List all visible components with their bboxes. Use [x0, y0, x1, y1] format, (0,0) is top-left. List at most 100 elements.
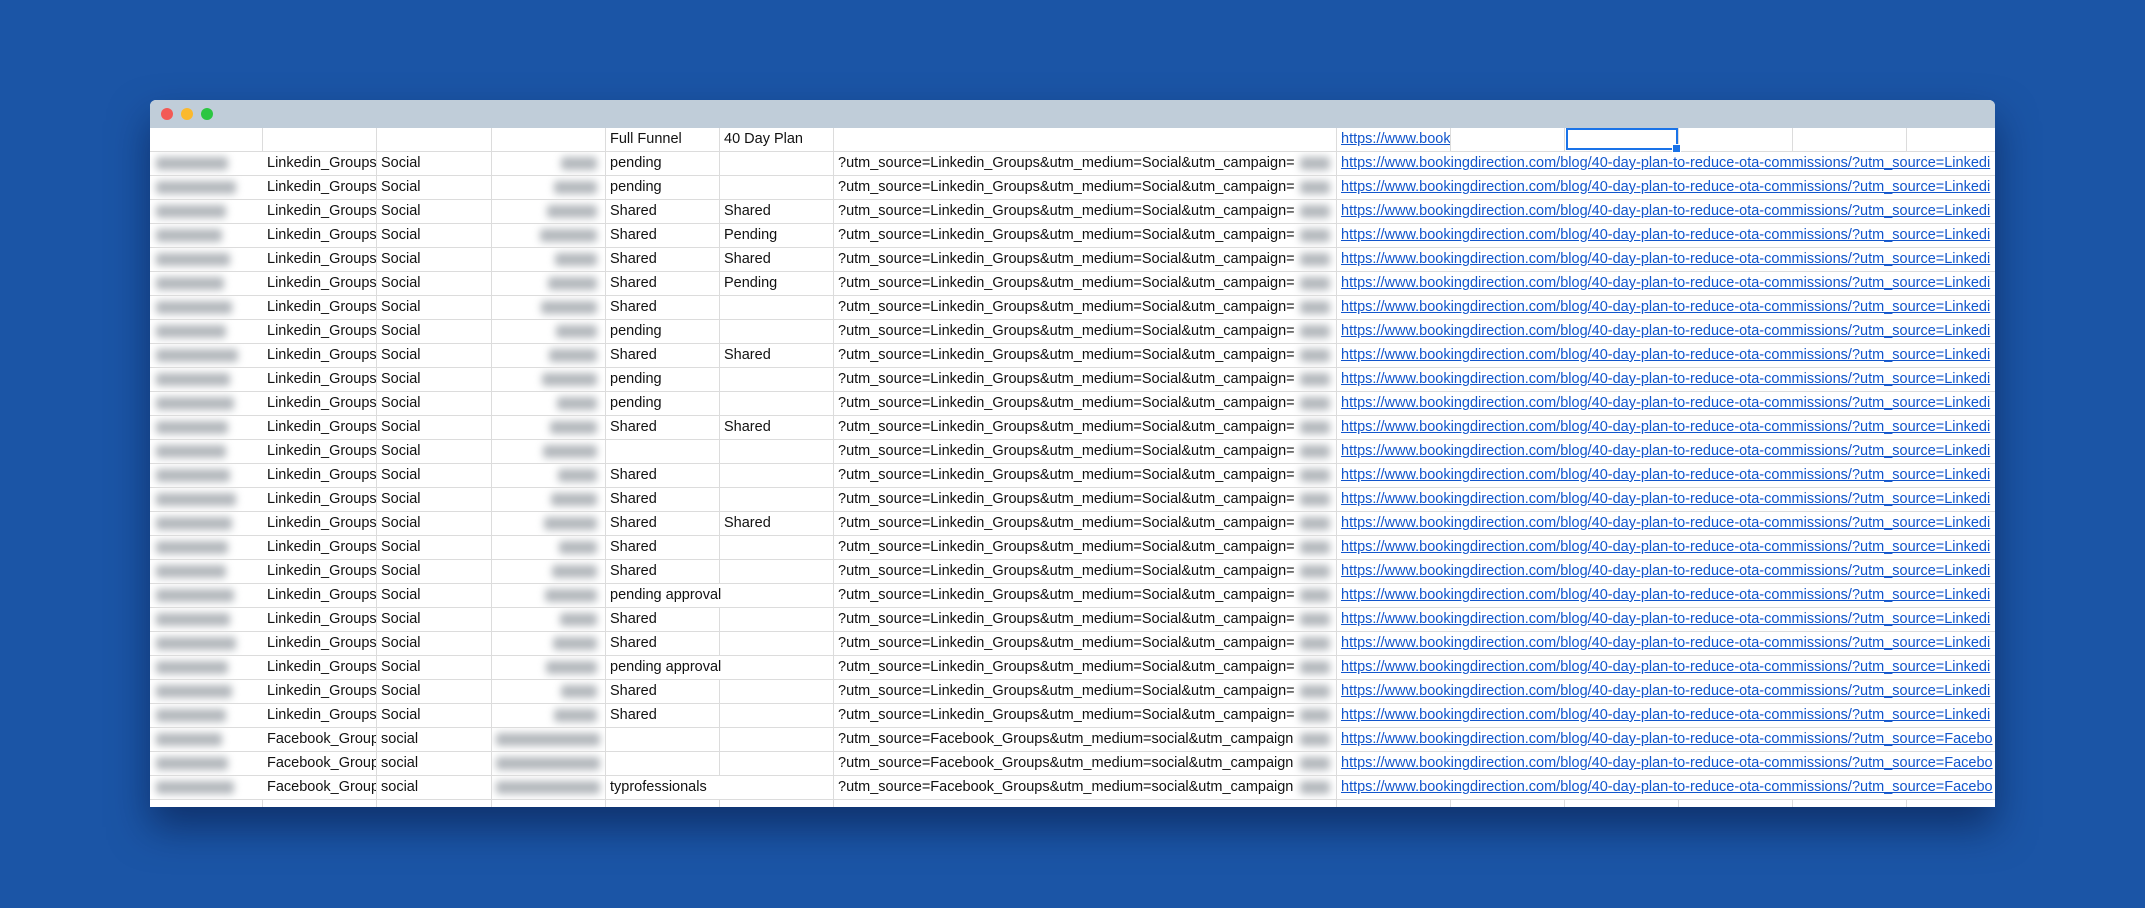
medium-cell[interactable]: Social [377, 560, 492, 583]
utm-params-cell[interactable]: ?utm_source=Linkedin_Groups&utm_medium=S… [834, 488, 1337, 511]
full-funnel-status-cell[interactable]: Shared [606, 200, 720, 223]
redacted-name-cell[interactable] [150, 344, 263, 367]
source-cell[interactable]: Facebook_Group [263, 728, 377, 751]
source-cell[interactable]: Linkedin_Groups [263, 152, 377, 175]
cell[interactable] [150, 800, 263, 807]
landing-url-link[interactable]: https://www.bookingdirection.com/blog/40… [1341, 731, 1993, 747]
landing-url-link[interactable]: https://www.bookingdirection.com/blog/40… [1341, 779, 1993, 795]
full-funnel-status-cell[interactable]: Shared [606, 560, 720, 583]
day-plan-status-cell[interactable] [720, 704, 834, 727]
redacted-id-cell[interactable] [492, 536, 606, 559]
redacted-id-cell[interactable] [492, 656, 606, 679]
full-funnel-status-cell[interactable]: Shared [606, 344, 720, 367]
source-cell[interactable]: Facebook_Group [263, 752, 377, 775]
utm-params-cell[interactable]: ?utm_source=Linkedin_Groups&utm_medium=S… [834, 272, 1337, 295]
cell-selection[interactable] [1566, 128, 1681, 153]
landing-url-cell[interactable]: https://www.bookingdirection.com/blog/40… [1337, 488, 1995, 511]
redacted-id-cell[interactable] [492, 464, 606, 487]
utm-params-cell[interactable]: ?utm_source=Linkedin_Groups&utm_medium=S… [834, 176, 1337, 199]
day-plan-status-cell[interactable] [720, 560, 834, 583]
redacted-name-cell[interactable] [150, 488, 263, 511]
redacted-id-cell[interactable] [492, 224, 606, 247]
day-plan-status-cell[interactable]: Shared [720, 512, 834, 535]
utm-params-cell[interactable]: ?utm_source=Linkedin_Groups&utm_medium=S… [834, 512, 1337, 535]
redacted-name-cell[interactable] [150, 776, 263, 799]
cell[interactable] [1565, 800, 1679, 807]
source-cell[interactable]: Linkedin_Groups [263, 224, 377, 247]
day-plan-status-cell[interactable] [720, 680, 834, 703]
landing-url-link[interactable]: https://www.bookingdirection.com/blog/40… [1341, 347, 1990, 363]
source-cell[interactable]: Linkedin_Groups [263, 200, 377, 223]
redacted-name-cell[interactable] [150, 440, 263, 463]
source-cell[interactable]: Linkedin_Groups [263, 464, 377, 487]
landing-url-cell[interactable]: https://www.bookingdirection.com/blog/40… [1337, 608, 1995, 631]
full-funnel-status-cell[interactable] [606, 752, 720, 775]
medium-cell[interactable]: Social [377, 248, 492, 271]
landing-url-link[interactable]: https://www.bookingdirection.com/blog/40… [1341, 323, 1990, 339]
full-funnel-status-cell[interactable]: Shared [606, 488, 720, 511]
utm-params-cell[interactable]: ?utm_source=Linkedin_Groups&utm_medium=S… [834, 416, 1337, 439]
cell[interactable] [1793, 128, 1907, 151]
cell[interactable] [492, 800, 606, 807]
source-cell[interactable]: Linkedin_Groups [263, 440, 377, 463]
day-plan-status-cell[interactable]: Shared [720, 248, 834, 271]
full-funnel-status-cell[interactable] [606, 728, 720, 751]
landing-url-cell[interactable]: https://www.bookingdirection.com/blog/40… [1337, 200, 1995, 223]
utm-params-cell[interactable]: ?utm_source=Linkedin_Groups&utm_medium=S… [834, 296, 1337, 319]
source-cell[interactable]: Linkedin_Groups [263, 680, 377, 703]
source-cell[interactable]: Linkedin_Groups [263, 392, 377, 415]
redacted-name-cell[interactable] [150, 560, 263, 583]
source-cell[interactable]: Linkedin_Groups [263, 176, 377, 199]
landing-url-cell[interactable]: https://www.bookingdirection.com/blog/40… [1337, 512, 1995, 535]
landing-url-link[interactable]: https://www.bookingdirection.com/blog/40… [1341, 659, 1990, 675]
utm-params-cell[interactable]: ?utm_source=Linkedin_Groups&utm_medium=S… [834, 680, 1337, 703]
landing-url-cell[interactable]: https://www.bookingdirection.com/blog/40… [1337, 632, 1995, 655]
redacted-name-cell[interactable] [150, 728, 263, 751]
redacted-name-cell[interactable] [150, 632, 263, 655]
medium-cell[interactable]: Social [377, 320, 492, 343]
redacted-id-cell[interactable] [492, 368, 606, 391]
medium-cell[interactable]: Social [377, 584, 492, 607]
landing-url-link[interactable]: https://www.bookingdirection.com/blog/40… [1341, 587, 1990, 603]
landing-url-cell[interactable]: https://www.bookingdirection.com/blog/40… [1337, 344, 1995, 367]
landing-url-cell[interactable]: https://www.bookingdirection.com/blog/40… [1337, 560, 1995, 583]
utm-params-cell[interactable]: ?utm_source=Linkedin_Groups&utm_medium=S… [834, 344, 1337, 367]
source-cell[interactable]: Linkedin_Groups [263, 296, 377, 319]
medium-cell[interactable]: Social [377, 296, 492, 319]
redacted-id-cell[interactable] [492, 416, 606, 439]
full-funnel-status-cell[interactable]: typrofessionals [606, 776, 834, 799]
day-plan-status-cell[interactable] [720, 176, 834, 199]
medium-cell[interactable]: Social [377, 536, 492, 559]
day-plan-status-cell[interactable] [720, 296, 834, 319]
day-plan-status-cell[interactable] [720, 440, 834, 463]
full-funnel-status-cell[interactable]: Shared [606, 680, 720, 703]
full-funnel-header[interactable]: Full Funnel [606, 128, 720, 151]
source-cell[interactable]: Linkedin_Groups [263, 656, 377, 679]
utm-params-cell[interactable]: ?utm_source=Linkedin_Groups&utm_medium=S… [834, 152, 1337, 175]
redacted-name-cell[interactable] [150, 680, 263, 703]
source-cell[interactable]: Linkedin_Groups [263, 512, 377, 535]
utm-params-cell[interactable]: ?utm_source=Linkedin_Groups&utm_medium=S… [834, 632, 1337, 655]
day-plan-status-cell[interactable]: Pending [720, 272, 834, 295]
cell[interactable] [606, 800, 720, 807]
cell[interactable] [834, 800, 1337, 807]
source-cell[interactable]: Linkedin_Groups [263, 704, 377, 727]
source-cell[interactable]: Linkedin_Groups [263, 416, 377, 439]
source-cell[interactable]: Linkedin_Groups [263, 368, 377, 391]
source-cell[interactable]: Linkedin_Groups [263, 632, 377, 655]
redacted-name-cell[interactable] [150, 176, 263, 199]
medium-cell[interactable]: Social [377, 152, 492, 175]
landing-url-link[interactable]: https://www.bookingdirection.com/blog/40… [1341, 179, 1990, 195]
day-plan-header[interactable]: 40 Day Plan [720, 128, 834, 151]
landing-url-link[interactable]: https://www.bookingdirection.com/blog/40… [1341, 395, 1990, 411]
full-funnel-status-cell[interactable]: Shared [606, 416, 720, 439]
medium-cell[interactable]: Social [377, 656, 492, 679]
day-plan-status-cell[interactable] [720, 728, 834, 751]
full-funnel-status-cell[interactable]: Shared [606, 608, 720, 631]
medium-cell[interactable]: Social [377, 392, 492, 415]
medium-cell[interactable]: Social [377, 512, 492, 535]
redacted-name-cell[interactable] [150, 416, 263, 439]
day-plan-status-cell[interactable] [720, 488, 834, 511]
medium-cell[interactable]: Social [377, 632, 492, 655]
cell[interactable] [1451, 128, 1565, 151]
